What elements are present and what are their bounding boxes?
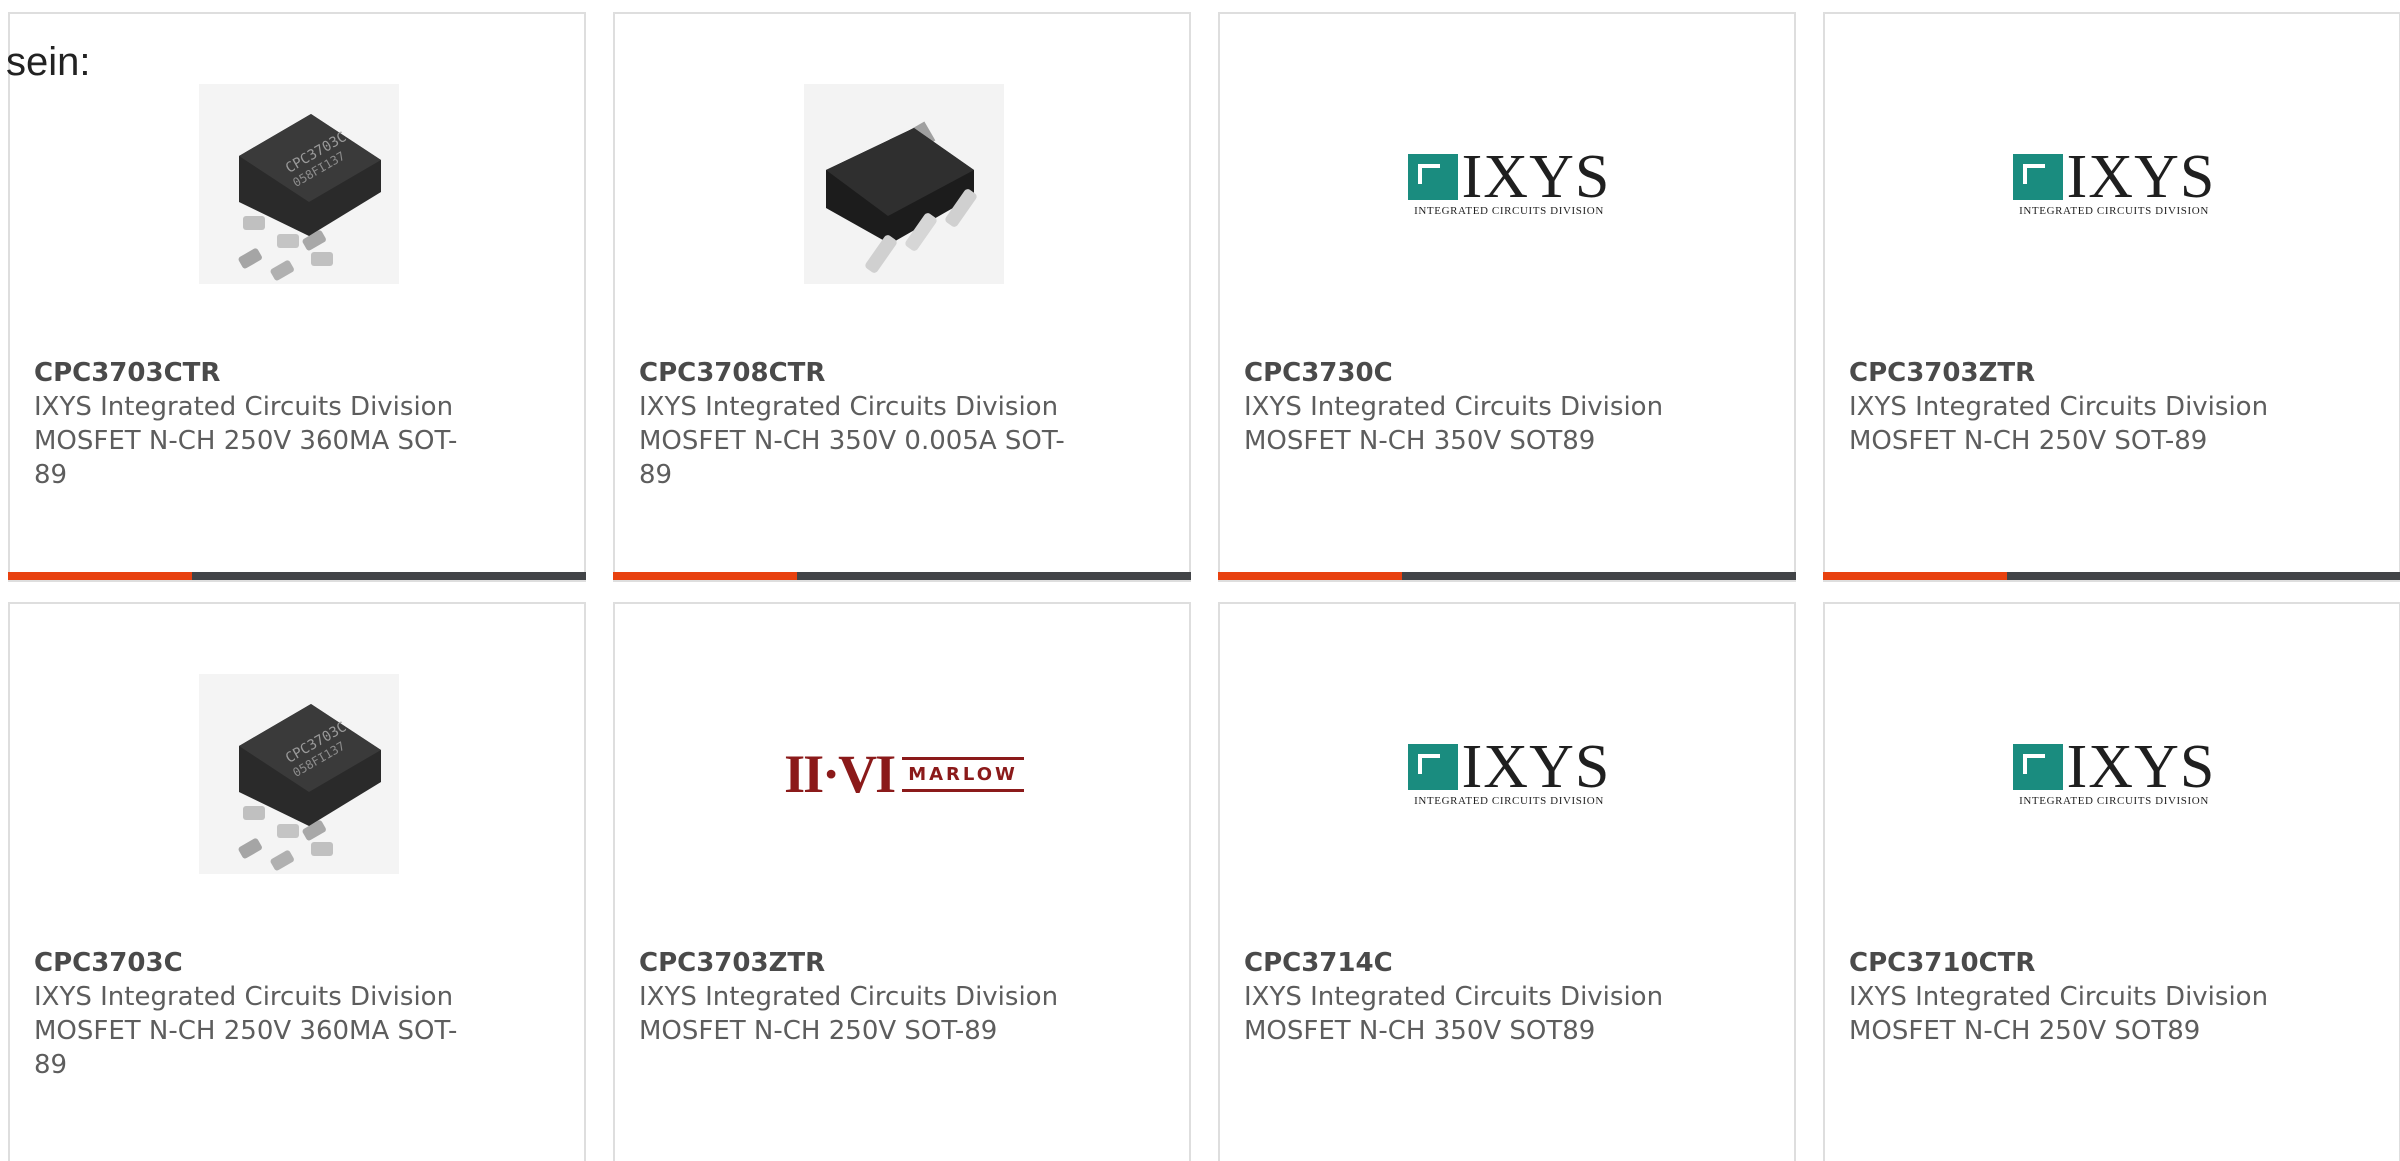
card-accent-bar (1218, 572, 1402, 580)
ixys-square-mark-icon (2012, 154, 2063, 200)
description: MOSFET N-CH 250V SOT-89 (1849, 426, 2208, 456)
ixys-subtitle: Integrated Circuits Division (2019, 795, 2209, 807)
product-info: CPC3710CTR IXYS Integrated Circuits Divis… (1849, 946, 2289, 1048)
card-accent-bar (1823, 572, 2007, 580)
manufacturer: IXYS Integrated Circuits Division (1244, 982, 1664, 1012)
manufacturer: IXYS Integrated Circuits Division (639, 982, 1059, 1012)
ixys-logo: IXYS Integrated Circuits Division (1407, 733, 1611, 807)
part-number[interactable]: CPC3703ZTR (639, 946, 1079, 980)
product-info: CPC3703C IXYS Integrated Circuits Divisio… (34, 946, 474, 1082)
description: MOSFET N-CH 350V SOT89 (1244, 1016, 1596, 1046)
description: MOSFET N-CH 250V SOT89 (1849, 1016, 2201, 1046)
marlow-mark: II·VI (784, 744, 896, 804)
part-number[interactable]: CPC3708CTR (639, 356, 1079, 390)
ixys-wordmark: IXYS (2066, 733, 2216, 801)
description: MOSFET N-CH 250V SOT-89 (639, 1016, 998, 1046)
part-number[interactable]: CPC3703ZTR (1849, 356, 2289, 390)
marlow-name: MARLOW (902, 756, 1024, 792)
part-number[interactable]: CPC3703CTR (34, 356, 474, 390)
product-info: CPC3714C IXYS Integrated Circuits Divisio… (1244, 946, 1684, 1048)
product-card[interactable]: II·VI MARLOW CPC3703ZTR IXYS Integrated Cir… (613, 602, 1191, 1161)
product-card[interactable]: IXYS Integrated Circuits Division CPC3710C… (1823, 602, 2400, 1161)
product-grid-page: sein: CPC3703C 058FI137 CPC3703CTR IXYS Int… (0, 0, 2400, 1161)
card-bottom-bar (8, 572, 586, 580)
manufacturer: IXYS Integrated Circuits Division (34, 982, 454, 1012)
lead-text: sein: (6, 40, 91, 84)
card-accent-bar (613, 572, 797, 580)
product-image[interactable]: CPC3703C 058FI137 (199, 84, 399, 284)
description: MOSFET N-CH 350V SOT89 (1244, 426, 1596, 456)
ixys-logo: IXYS Integrated Circuits Division (1407, 143, 1611, 217)
product-image[interactable]: IXYS Integrated Circuits Division (2012, 674, 2216, 874)
ixys-subtitle: Integrated Circuits Division (1414, 205, 1604, 217)
product-card[interactable]: CPC3703C 058FI137 CPC3703CTR IXYS Integrate… (8, 12, 586, 582)
part-number[interactable]: CPC3730C (1244, 356, 1684, 390)
product-info: CPC3703ZTR IXYS Integrated Circuits Divis… (639, 946, 1079, 1048)
part-number[interactable]: CPC3710CTR (1849, 946, 2289, 980)
ixys-logo: IXYS Integrated Circuits Division (2012, 733, 2216, 807)
part-number[interactable]: CPC3714C (1244, 946, 1684, 980)
product-card[interactable]: CPC3703C 058FI137 CPC3703C IXYS Integrated … (8, 602, 586, 1161)
manufacturer: IXYS Integrated Circuits Division (1849, 392, 2269, 422)
product-grid: CPC3703C 058FI137 CPC3703CTR IXYS Integrate… (8, 12, 2400, 1161)
product-card[interactable]: IXYS Integrated Circuits Division CPC3703Z… (1823, 12, 2400, 582)
ixys-wordmark: IXYS (2066, 143, 2216, 211)
ixys-logo: IXYS Integrated Circuits Division (2012, 143, 2216, 217)
card-accent-bar (8, 572, 192, 580)
ixys-subtitle: Integrated Circuits Division (1414, 795, 1604, 807)
product-card[interactable]: IXYS Integrated Circuits Division CPC3730C… (1218, 12, 1796, 582)
product-info: CPC3730C IXYS Integrated Circuits Divisio… (1244, 356, 1684, 458)
ixys-square-mark-icon (1407, 154, 1458, 200)
description: MOSFET N-CH 250V 360MA SOT-89 (34, 1016, 458, 1080)
product-image[interactable] (804, 84, 1004, 284)
manufacturer: IXYS Integrated Circuits Division (34, 392, 454, 422)
product-image[interactable]: CPC3703C 058FI137 (199, 674, 399, 874)
product-image[interactable]: IXYS Integrated Circuits Division (2012, 84, 2216, 284)
manufacturer: IXYS Integrated Circuits Division (1244, 392, 1664, 422)
ixys-subtitle: Integrated Circuits Division (2019, 205, 2209, 217)
product-image[interactable]: IXYS Integrated Circuits Division (1407, 84, 1611, 284)
marlow-logo: II·VI MARLOW (784, 747, 1024, 801)
card-bottom-bar (1218, 572, 1796, 580)
product-info: CPC3703ZTR IXYS Integrated Circuits Divis… (1849, 356, 2289, 458)
ixys-wordmark: IXYS (1461, 143, 1611, 211)
product-info: CPC3703CTR IXYS Integrated Circuits Divis… (34, 356, 474, 492)
product-card[interactable]: CPC3708CTR IXYS Integrated Circuits Divis… (613, 12, 1191, 582)
ixys-square-mark-icon (2012, 744, 2063, 790)
part-number[interactable]: CPC3703C (34, 946, 474, 980)
manufacturer: IXYS Integrated Circuits Division (1849, 982, 2269, 1012)
manufacturer: IXYS Integrated Circuits Division (639, 392, 1059, 422)
product-info: CPC3708CTR IXYS Integrated Circuits Divis… (639, 356, 1079, 492)
product-card[interactable]: IXYS Integrated Circuits Division CPC3714C… (1218, 602, 1796, 1161)
card-bottom-bar (613, 572, 1191, 580)
ixys-wordmark: IXYS (1461, 733, 1611, 801)
ixys-square-mark-icon (1407, 744, 1458, 790)
description: MOSFET N-CH 250V 360MA SOT-89 (34, 426, 458, 490)
description: MOSFET N-CH 350V 0.005A SOT-89 (639, 426, 1065, 490)
product-image[interactable]: II·VI MARLOW (784, 674, 1024, 874)
card-bottom-bar (1823, 572, 2400, 580)
product-image[interactable]: IXYS Integrated Circuits Division (1407, 674, 1611, 874)
